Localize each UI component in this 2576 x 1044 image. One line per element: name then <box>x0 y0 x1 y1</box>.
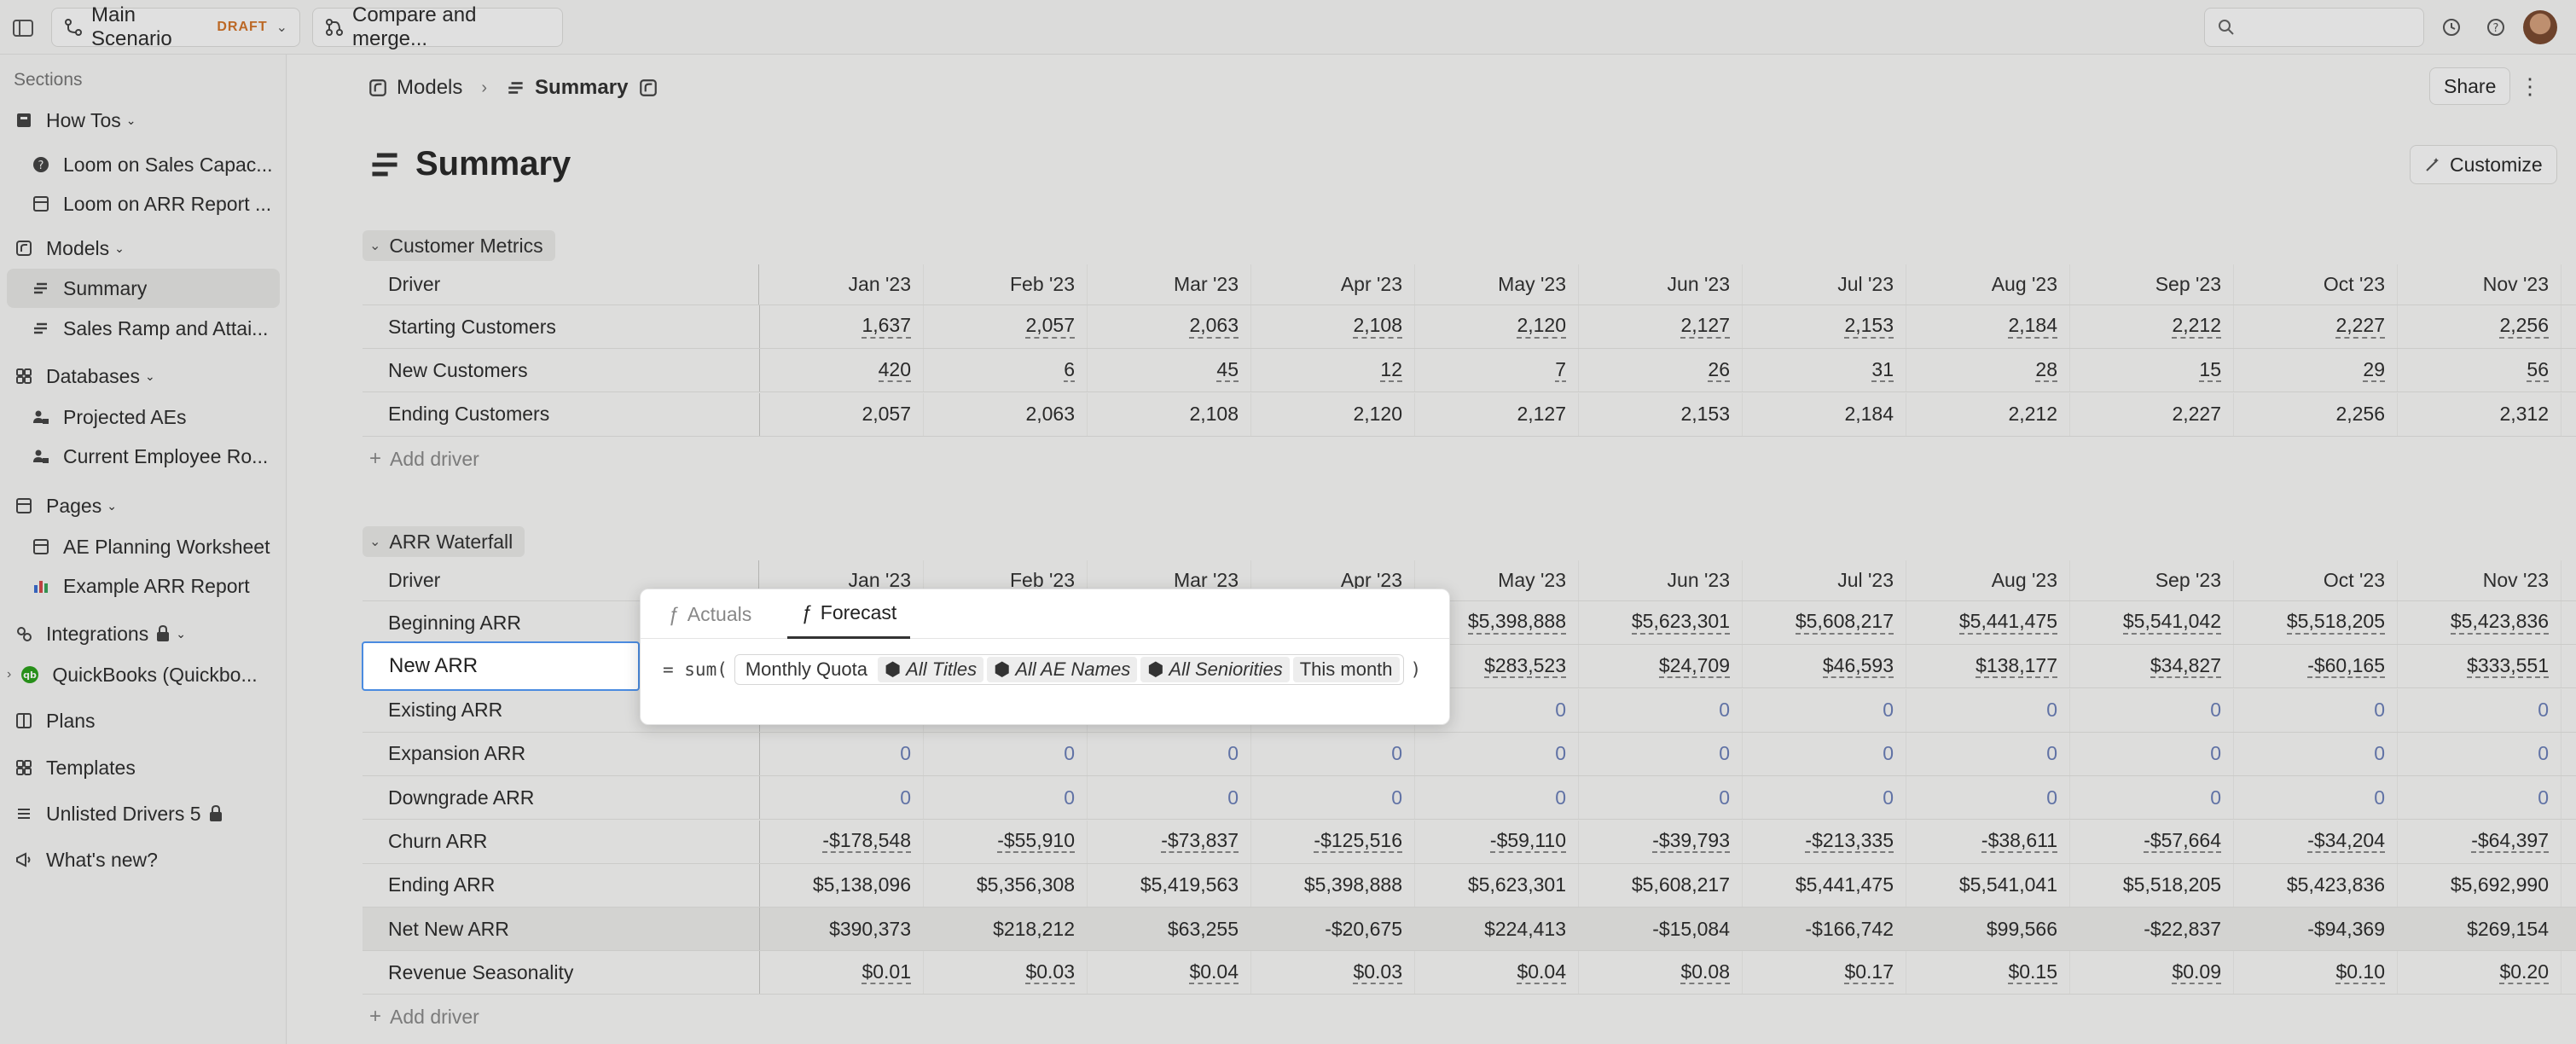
cube-icon: ⬢ <box>884 658 902 680</box>
formula-suffix: ) <box>1410 659 1422 680</box>
popover-tabs: ƒ Actuals ƒ Forecast <box>641 589 1449 639</box>
formula-prefix: = sum( <box>663 659 728 680</box>
formula-reference[interactable]: Monthly Quota ⬢ All Titles ⬢ All AE Name… <box>734 654 1404 685</box>
cube-icon: ⬢ <box>994 658 1011 680</box>
filter-chip[interactable]: ⬢ All AE Names <box>987 657 1138 682</box>
modal-backdrop[interactable] <box>0 0 2576 1044</box>
filter-chip[interactable]: ⬢ All Seniorities <box>1140 657 1290 682</box>
formula-icon: ƒ <box>668 602 679 625</box>
cube-icon: ⬢ <box>1147 658 1164 680</box>
focused-driver-cell[interactable]: New ARR <box>362 641 640 691</box>
driver-chip[interactable]: Monthly Quota <box>739 657 874 682</box>
period-chip[interactable]: This month <box>1292 657 1400 682</box>
tab-forecast[interactable]: ƒ Forecast <box>787 589 911 639</box>
tab-actuals[interactable]: ƒ Actuals <box>654 589 765 639</box>
filter-chip[interactable]: ⬢ All Titles <box>877 657 984 682</box>
formula-icon: ƒ <box>801 601 812 624</box>
formula-editor[interactable]: = sum( Monthly Quota ⬢ All Titles ⬢ All … <box>663 654 1428 685</box>
formula-popover: ƒ Actuals ƒ Forecast = sum( Monthly Quot… <box>640 589 1450 725</box>
